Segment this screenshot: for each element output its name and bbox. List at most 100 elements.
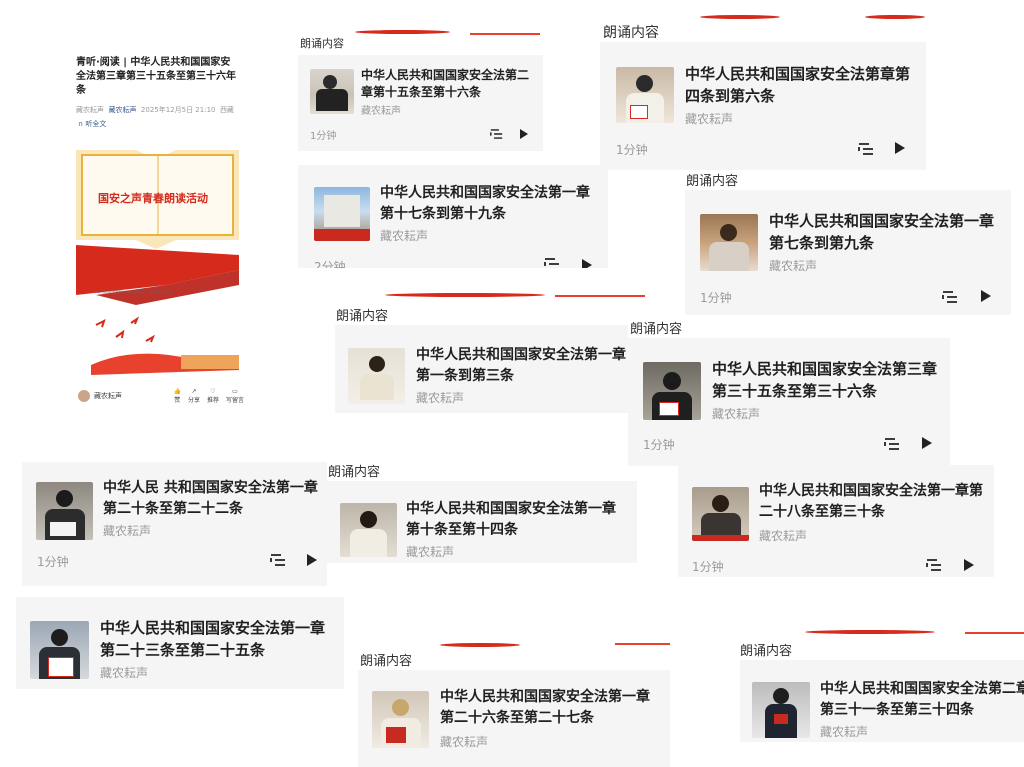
section-label: 朗诵内容 xyxy=(360,654,413,669)
card-duration: 1分钟 xyxy=(616,143,648,157)
card-author: 藏农耘声 xyxy=(103,524,152,538)
card-duration: 1分钟 xyxy=(310,131,337,142)
audio-card[interactable]: 中华人民共和国国家安全法第一章第七条到第九条 藏农耘声 1分钟 xyxy=(685,190,1011,315)
decor-dash xyxy=(470,33,540,35)
poster-banner-text: 国安之声青春朗读活动 xyxy=(98,192,208,205)
article-actions: 👍 赞 ↗ 分享 ♡ 推荐 ▭ 写留言 xyxy=(173,388,244,404)
add-to-playlist-icon[interactable] xyxy=(942,290,958,304)
decor-arc xyxy=(700,15,780,19)
audio-card[interactable]: 中华人民共和国国家安全法第一章第十条至第十四条 藏农耘声 xyxy=(327,481,637,563)
add-to-playlist-icon[interactable] xyxy=(544,257,560,268)
card-author: 藏农耘声 xyxy=(440,735,489,749)
add-to-playlist-icon[interactable] xyxy=(490,128,503,140)
article-author[interactable]: 藏农耘声 xyxy=(78,390,122,402)
audio-card[interactable]: 中华人民共和国国家安全法第一章第二十八条至第三十条 藏农耘声 1分钟 xyxy=(678,465,994,577)
play-icon[interactable] xyxy=(981,290,991,302)
card-author: 藏农耘声 xyxy=(759,529,808,543)
avatar xyxy=(78,390,90,402)
article-preview: 青听·阅读 | 中华人民共和国国家安全法第三章第三十五条至第三十六年条 藏农耘声… xyxy=(70,50,250,420)
card-title: 中华人民共和国国家安全法第一章第十条至第十四条 xyxy=(406,501,616,538)
reader-thumbnail xyxy=(36,482,93,540)
reader-thumbnail xyxy=(348,348,405,404)
reader-thumbnail xyxy=(752,682,810,738)
section-label: 朗诵内容 xyxy=(300,37,344,50)
audio-card[interactable]: 中华人民共和国国家安全法第一章第二十三条至第二十五条 藏农耘声 xyxy=(16,597,344,689)
play-icon[interactable] xyxy=(895,142,905,154)
decor-dash xyxy=(555,295,645,297)
like-button[interactable]: 👍 赞 xyxy=(173,388,180,404)
audio-card[interactable]: 中华人民共和国国家安全法第一章第一条到第三条 藏农耘声 xyxy=(335,325,628,413)
add-to-playlist-icon[interactable] xyxy=(926,558,942,572)
share-button[interactable]: ↗ 分享 xyxy=(188,388,200,404)
card-title: 中华人民共和国国家安全法第章第四条到第六条 xyxy=(685,65,911,105)
section-label: 朗诵内容 xyxy=(740,644,793,659)
poster-caption: 中华人民共和国国家安全法第三章第三十五条至第三十六条 xyxy=(94,290,173,294)
decor-arc xyxy=(355,30,450,34)
card-author: 藏农耘声 xyxy=(380,229,429,243)
card-title: 中华人民共和国国家安全法第一章第七条到第九条 xyxy=(769,212,995,252)
card-author: 藏农耘声 xyxy=(416,391,465,405)
card-title: 中华人民共和国国家安全法第一章第十七条到第十九条 xyxy=(380,185,590,222)
reader-thumbnail xyxy=(616,67,674,123)
play-icon[interactable] xyxy=(922,437,932,449)
card-author: 藏农耘声 xyxy=(769,259,818,273)
reader-thumbnail xyxy=(310,69,354,114)
recommend-button[interactable]: ♡ 推荐 xyxy=(207,388,219,404)
card-author: 藏农耘声 xyxy=(712,407,761,421)
card-title: 中华人民共和国国家安全法第三章第三十五条至第三十六条 xyxy=(712,360,938,400)
comment-button[interactable]: ▭ 写留言 xyxy=(226,388,244,404)
audio-card[interactable]: 中华人民共和国国家安全法第一章第二十六条至第二十七条 藏农耘声 xyxy=(358,670,670,767)
decor-arc xyxy=(865,15,925,19)
article-title: 青听·阅读 | 中华人民共和国国家安全法第三章第三十五条至第三十六年条 xyxy=(76,57,236,96)
reader-thumbnail xyxy=(700,214,758,271)
audio-card[interactable]: 中华人民共和国国家安全法第一章第十七条到第十九条 藏农耘声 2分钟 xyxy=(298,165,608,268)
add-to-playlist-icon[interactable] xyxy=(858,142,874,156)
card-title: 中华人民共和国国家安全法第二章第十五条至第十六条 xyxy=(361,68,530,99)
card-duration: 1分钟 xyxy=(37,555,69,569)
play-icon[interactable] xyxy=(964,559,974,571)
section-label: 朗诵内容 xyxy=(336,309,389,324)
reader-thumbnail xyxy=(372,691,429,748)
section-label: 朗诵内容 xyxy=(328,465,381,480)
audio-card[interactable]: 中华人民共和国国家安全法第章第四条到第六条 藏农耘声 1分钟 xyxy=(600,42,926,170)
card-duration: 2分钟 xyxy=(314,260,346,268)
reader-thumbnail xyxy=(643,362,701,420)
card-duration: 1分钟 xyxy=(643,438,675,452)
play-icon[interactable] xyxy=(582,259,592,268)
card-author: 藏农耘声 xyxy=(820,725,869,739)
decor-arc xyxy=(440,643,520,647)
reader-thumbnail xyxy=(30,621,89,679)
card-duration: 1分钟 xyxy=(692,560,724,574)
card-author: 藏农耘声 xyxy=(361,106,401,117)
reader-thumbnail xyxy=(692,487,749,541)
card-title: 中华人民 共和国国家安全法第一章第二十条至第二十二条 xyxy=(103,480,318,517)
audio-card[interactable]: 中华人民 共和国国家安全法第一章第二十条至第二十二条 藏农耘声 1分钟 xyxy=(22,462,327,586)
add-to-playlist-icon[interactable] xyxy=(270,553,286,567)
audio-card[interactable]: 中华人民共和国国家安全法第二章第十五条至第十六条 藏农耘声 1分钟 xyxy=(298,55,543,151)
card-author: 藏农耘声 xyxy=(685,112,734,126)
listen-full-link[interactable]: ∩ 听全文 xyxy=(78,119,106,129)
article-meta: 藏农耘声 藏农耘声 2025年12月5日 21:10 西藏 xyxy=(76,106,234,114)
section-label: 朗诵内容 xyxy=(603,25,659,41)
card-title: 中华人民共和国国家安全法第一章第二十六条至第二十七条 xyxy=(440,689,650,726)
card-author: 藏农耘声 xyxy=(100,666,149,680)
reader-thumbnail xyxy=(340,503,397,557)
play-icon[interactable] xyxy=(307,554,317,566)
audio-card[interactable]: 中华人民共和国国家安全法第三章第三十五条至第三十六条 藏农耘声 1分钟 xyxy=(628,338,950,466)
poster-image xyxy=(76,145,239,405)
decor-arc xyxy=(805,630,935,634)
add-to-playlist-icon[interactable] xyxy=(884,437,900,451)
card-duration: 1分钟 xyxy=(700,291,732,305)
card-title: 中华人民共和国国家安全法第一章第一条到第三条 xyxy=(416,347,626,384)
decor-dash xyxy=(965,632,1024,634)
play-icon[interactable] xyxy=(520,129,528,139)
card-title: 中华人民共和国国家安全法第二章第三十一条至第三十四条 xyxy=(820,681,1024,718)
decor-dash xyxy=(615,643,670,645)
card-title: 中华人民共和国国家安全法第一章第二十三条至第二十五条 xyxy=(100,619,326,659)
card-title: 中华人民共和国国家安全法第一章第二十八条至第三十条 xyxy=(759,483,983,520)
section-label: 朗诵内容 xyxy=(686,174,739,189)
card-author: 藏农耘声 xyxy=(406,545,455,559)
decor-arc xyxy=(385,293,545,297)
audio-card[interactable]: 中华人民共和国国家安全法第二章第三十一条至第三十四条 藏农耘声 xyxy=(740,660,1024,742)
section-label: 朗诵内容 xyxy=(630,322,683,337)
